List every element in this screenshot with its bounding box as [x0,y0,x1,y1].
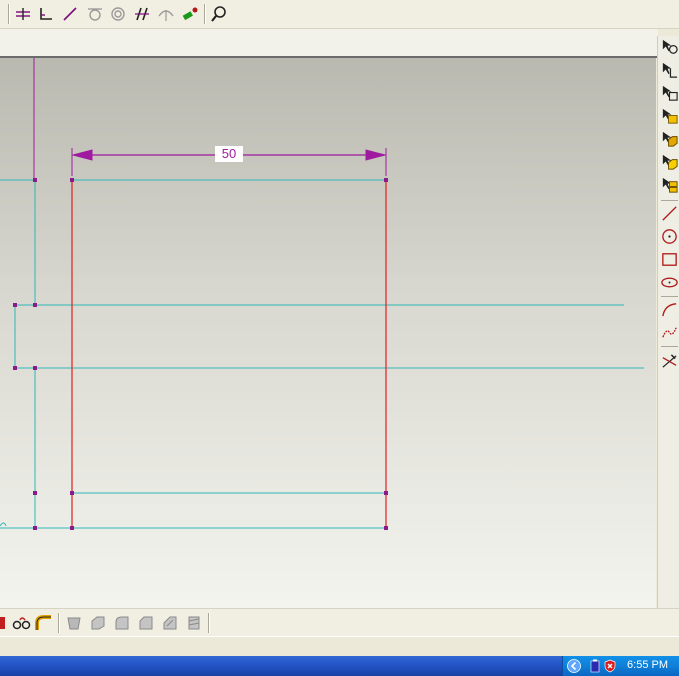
sketch-points [13,178,388,530]
body-select-icon[interactable] [660,130,679,149]
sketch-point [70,178,74,182]
face-select-icon[interactable] [660,107,679,126]
rectangle-tool-icon[interactable] [660,250,679,269]
sketch-point [384,526,388,530]
toolbar-separator [661,200,678,201]
sketch-point [33,366,37,370]
sketch-point [33,178,37,182]
bottom-toolbar [0,608,679,637]
view-strip [0,29,658,58]
sketch-point [33,491,37,495]
thread-icon[interactable] [185,614,203,632]
toolbar-separator [204,4,206,24]
dimension-value-label[interactable]: 50 [215,146,243,162]
line-icon[interactable] [60,4,80,24]
system-tray: 6:55 PM [562,656,679,676]
sketch-point [384,178,388,182]
sketch-point [70,491,74,495]
pipe-icon[interactable] [34,613,54,633]
draft-icon[interactable] [65,614,83,632]
multi-select-icon[interactable] [660,176,679,195]
profile-geometry [71,180,387,528]
sketch-canvas[interactable] [0,58,656,608]
right-toolbar [657,36,679,608]
select-icon[interactable] [660,38,679,57]
toolbar-separator [208,613,210,633]
fillet-icon[interactable] [113,614,131,632]
ellipse-tool-icon[interactable] [660,273,679,292]
origin-marker [0,522,7,527]
zoom-icon[interactable] [209,4,229,24]
toolbar-separator [8,4,10,24]
toolbar-separator [58,613,60,633]
dimension-arrow-left [71,149,93,161]
sketch-point [384,491,388,495]
sketch-point [70,526,74,530]
tray-expand-icon[interactable] [567,659,581,673]
constraint-icon[interactable] [13,4,33,24]
security-shield-icon[interactable] [603,659,617,673]
trim-tool-icon[interactable] [660,352,679,371]
concentric-icon[interactable] [108,4,128,24]
toolbar-separator [661,346,678,347]
parallel-icon[interactable] [132,4,152,24]
sketch-point [13,366,17,370]
symmetry-icon[interactable] [156,4,176,24]
spline-tool-icon[interactable] [660,323,679,342]
sketch-point [33,303,37,307]
solid-select-icon[interactable] [660,153,679,172]
line-tool-icon[interactable] [660,204,679,223]
shell-icon[interactable] [89,614,107,632]
edge-select-icon[interactable] [660,84,679,103]
battery-icon[interactable] [589,659,601,673]
sketch-point [33,526,37,530]
sketch-viewport[interactable]: 50 [0,58,656,608]
point-select-icon[interactable] [660,61,679,80]
sweep-icon[interactable] [12,614,32,632]
partial-feature-icon[interactable] [0,614,10,632]
chamfer-icon[interactable] [137,614,155,632]
rib-icon[interactable] [161,614,179,632]
arc-tool-icon[interactable] [660,300,679,319]
auto-constraint-icon[interactable] [180,4,200,24]
taskbar-clock[interactable]: 6:55 PM [627,659,668,671]
construction-geometry [0,179,644,529]
top-toolbar [0,0,679,29]
status-bar [0,636,679,657]
toolbar-separator [661,296,678,297]
tangent-icon[interactable] [85,4,105,24]
sketch-point [13,303,17,307]
dimension-arrow-right [365,149,387,161]
circle-tool-icon[interactable] [660,227,679,246]
angle-icon[interactable] [36,4,56,24]
